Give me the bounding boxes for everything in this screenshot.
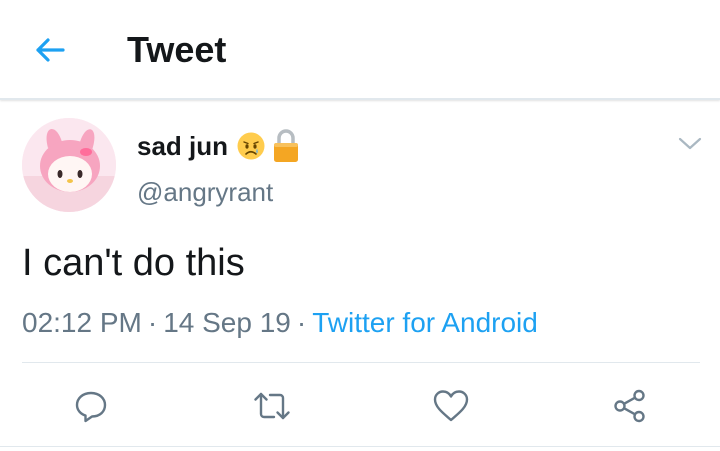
page-title: Tweet — [127, 29, 227, 70]
meta-separator: · — [147, 307, 158, 338]
author-name[interactable]: sad jun — [137, 129, 228, 163]
author-name-row: sad jun — [137, 128, 300, 164]
retweet-icon — [254, 392, 290, 420]
meta-separator: · — [296, 307, 307, 338]
back-button[interactable] — [30, 30, 70, 70]
reply-icon — [75, 391, 107, 423]
bottom-divider — [0, 446, 720, 447]
retweet-button[interactable] — [252, 386, 292, 426]
arrow-left-icon — [36, 38, 65, 62]
tweet-meta: 02:12 PM · 14 Sep 19 · Twitter for Android — [22, 306, 538, 340]
tweet-actions — [0, 380, 720, 430]
author-handle[interactable]: @angryrant — [137, 176, 273, 208]
reply-button[interactable] — [71, 386, 111, 426]
like-button[interactable] — [431, 386, 471, 426]
avatar-image — [22, 118, 116, 212]
tweet-time: 02:12 PM — [22, 307, 142, 338]
tweet-date: 14 Sep 19 — [163, 307, 291, 338]
avatar[interactable] — [22, 118, 116, 212]
like-icon — [433, 390, 469, 422]
chevron-down-icon — [678, 137, 702, 150]
share-icon — [614, 389, 645, 423]
lock-icon — [274, 129, 299, 162]
more-options-button[interactable] — [676, 132, 704, 156]
tweet-source-link[interactable]: Twitter for Android — [312, 307, 538, 338]
app-header: Tweet — [0, 0, 720, 100]
tweet-text: I can't do this — [22, 242, 245, 284]
share-button[interactable] — [610, 386, 650, 426]
divider — [22, 362, 700, 363]
sad-face-emoji-icon — [237, 132, 265, 160]
